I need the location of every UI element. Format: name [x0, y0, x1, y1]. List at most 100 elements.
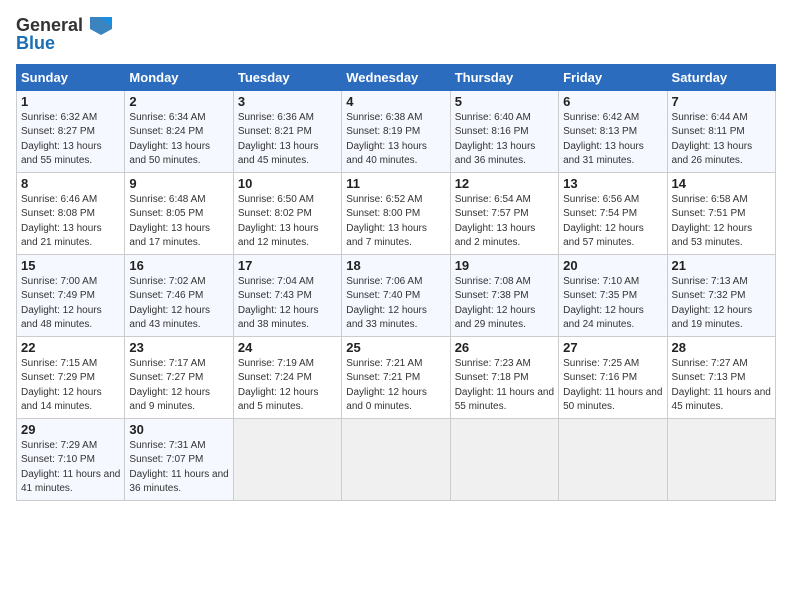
weekday-header-saturday: Saturday	[667, 64, 775, 90]
day-number: 21	[672, 258, 771, 273]
weekday-header-wednesday: Wednesday	[342, 64, 450, 90]
day-number: 16	[129, 258, 228, 273]
calendar-cell: 10 Sunrise: 6:50 AMSunset: 8:02 PMDaylig…	[233, 172, 341, 254]
day-info: Sunrise: 7:10 AMSunset: 7:35 PMDaylight:…	[563, 275, 662, 333]
day-info: Sunrise: 6:52 AMSunset: 8:00 PMDaylight:…	[346, 193, 445, 251]
day-number: 18	[346, 258, 445, 273]
day-info: Sunrise: 6:50 AMSunset: 8:02 PMDaylight:…	[238, 193, 337, 251]
calendar-cell: 23 Sunrise: 7:17 AMSunset: 7:27 PMDaylig…	[125, 336, 233, 418]
day-info: Sunrise: 6:32 AMSunset: 8:27 PMDaylight:…	[21, 111, 120, 169]
day-number: 2	[129, 94, 228, 109]
calendar-cell	[233, 418, 341, 500]
day-number: 29	[21, 422, 120, 437]
weekday-header-friday: Friday	[559, 64, 667, 90]
calendar-cell	[450, 418, 558, 500]
day-info: Sunrise: 7:13 AMSunset: 7:32 PMDaylight:…	[672, 275, 771, 333]
day-info: Sunrise: 6:42 AMSunset: 8:13 PMDaylight:…	[563, 111, 662, 169]
calendar-cell	[559, 418, 667, 500]
day-number: 28	[672, 340, 771, 355]
calendar-cell: 7 Sunrise: 6:44 AMSunset: 8:11 PMDayligh…	[667, 90, 775, 172]
day-number: 6	[563, 94, 662, 109]
day-number: 30	[129, 422, 228, 437]
day-number: 26	[455, 340, 554, 355]
day-info: Sunrise: 7:31 AMSunset: 7:07 PMDaylight:…	[129, 439, 228, 497]
day-info: Sunrise: 7:23 AMSunset: 7:18 PMDaylight:…	[455, 357, 554, 415]
calendar-cell: 6 Sunrise: 6:42 AMSunset: 8:13 PMDayligh…	[559, 90, 667, 172]
day-info: Sunrise: 7:21 AMSunset: 7:21 PMDaylight:…	[346, 357, 445, 415]
calendar-cell: 3 Sunrise: 6:36 AMSunset: 8:21 PMDayligh…	[233, 90, 341, 172]
day-info: Sunrise: 6:54 AMSunset: 7:57 PMDaylight:…	[455, 193, 554, 251]
calendar-cell: 15 Sunrise: 7:00 AMSunset: 7:49 PMDaylig…	[17, 254, 125, 336]
calendar-cell: 25 Sunrise: 7:21 AMSunset: 7:21 PMDaylig…	[342, 336, 450, 418]
calendar-cell: 4 Sunrise: 6:38 AMSunset: 8:19 PMDayligh…	[342, 90, 450, 172]
calendar-cell: 13 Sunrise: 6:56 AMSunset: 7:54 PMDaylig…	[559, 172, 667, 254]
calendar-cell: 2 Sunrise: 6:34 AMSunset: 8:24 PMDayligh…	[125, 90, 233, 172]
day-info: Sunrise: 6:40 AMSunset: 8:16 PMDaylight:…	[455, 111, 554, 169]
day-number: 22	[21, 340, 120, 355]
calendar-table: SundayMondayTuesdayWednesdayThursdayFrid…	[16, 64, 776, 501]
day-info: Sunrise: 6:46 AMSunset: 8:08 PMDaylight:…	[21, 193, 120, 251]
calendar-cell: 12 Sunrise: 6:54 AMSunset: 7:57 PMDaylig…	[450, 172, 558, 254]
weekday-header-tuesday: Tuesday	[233, 64, 341, 90]
calendar-cell: 22 Sunrise: 7:15 AMSunset: 7:29 PMDaylig…	[17, 336, 125, 418]
day-number: 15	[21, 258, 120, 273]
day-number: 19	[455, 258, 554, 273]
day-number: 20	[563, 258, 662, 273]
day-info: Sunrise: 6:38 AMSunset: 8:19 PMDaylight:…	[346, 111, 445, 169]
calendar-cell	[342, 418, 450, 500]
day-number: 27	[563, 340, 662, 355]
day-number: 23	[129, 340, 228, 355]
calendar-cell: 26 Sunrise: 7:23 AMSunset: 7:18 PMDaylig…	[450, 336, 558, 418]
weekday-header-monday: Monday	[125, 64, 233, 90]
day-number: 7	[672, 94, 771, 109]
day-info: Sunrise: 6:48 AMSunset: 8:05 PMDaylight:…	[129, 193, 228, 251]
day-number: 17	[238, 258, 337, 273]
calendar-cell: 5 Sunrise: 6:40 AMSunset: 8:16 PMDayligh…	[450, 90, 558, 172]
day-info: Sunrise: 6:34 AMSunset: 8:24 PMDaylight:…	[129, 111, 228, 169]
day-number: 13	[563, 176, 662, 191]
day-number: 25	[346, 340, 445, 355]
calendar-cell: 24 Sunrise: 7:19 AMSunset: 7:24 PMDaylig…	[233, 336, 341, 418]
day-number: 1	[21, 94, 120, 109]
calendar-cell	[667, 418, 775, 500]
day-info: Sunrise: 7:25 AMSunset: 7:16 PMDaylight:…	[563, 357, 662, 415]
day-number: 4	[346, 94, 445, 109]
calendar-cell: 9 Sunrise: 6:48 AMSunset: 8:05 PMDayligh…	[125, 172, 233, 254]
day-info: Sunrise: 6:36 AMSunset: 8:21 PMDaylight:…	[238, 111, 337, 169]
calendar-cell: 8 Sunrise: 6:46 AMSunset: 8:08 PMDayligh…	[17, 172, 125, 254]
calendar-cell: 20 Sunrise: 7:10 AMSunset: 7:35 PMDaylig…	[559, 254, 667, 336]
day-info: Sunrise: 7:08 AMSunset: 7:38 PMDaylight:…	[455, 275, 554, 333]
day-info: Sunrise: 7:19 AMSunset: 7:24 PMDaylight:…	[238, 357, 337, 415]
day-number: 5	[455, 94, 554, 109]
day-info: Sunrise: 7:17 AMSunset: 7:27 PMDaylight:…	[129, 357, 228, 415]
calendar-cell: 29 Sunrise: 7:29 AMSunset: 7:10 PMDaylig…	[17, 418, 125, 500]
day-number: 8	[21, 176, 120, 191]
day-info: Sunrise: 6:44 AMSunset: 8:11 PMDaylight:…	[672, 111, 771, 169]
page-header: General Blue	[16, 16, 776, 54]
calendar-cell: 30 Sunrise: 7:31 AMSunset: 7:07 PMDaylig…	[125, 418, 233, 500]
calendar-cell: 11 Sunrise: 6:52 AMSunset: 8:00 PMDaylig…	[342, 172, 450, 254]
calendar-cell: 27 Sunrise: 7:25 AMSunset: 7:16 PMDaylig…	[559, 336, 667, 418]
day-info: Sunrise: 7:02 AMSunset: 7:46 PMDaylight:…	[129, 275, 228, 333]
day-number: 10	[238, 176, 337, 191]
day-number: 14	[672, 176, 771, 191]
day-info: Sunrise: 7:27 AMSunset: 7:13 PMDaylight:…	[672, 357, 771, 415]
day-info: Sunrise: 6:58 AMSunset: 7:51 PMDaylight:…	[672, 193, 771, 251]
calendar-cell: 1 Sunrise: 6:32 AMSunset: 8:27 PMDayligh…	[17, 90, 125, 172]
calendar-cell: 19 Sunrise: 7:08 AMSunset: 7:38 PMDaylig…	[450, 254, 558, 336]
day-info: Sunrise: 7:00 AMSunset: 7:49 PMDaylight:…	[21, 275, 120, 333]
day-info: Sunrise: 7:04 AMSunset: 7:43 PMDaylight:…	[238, 275, 337, 333]
day-number: 9	[129, 176, 228, 191]
day-number: 3	[238, 94, 337, 109]
weekday-header-thursday: Thursday	[450, 64, 558, 90]
day-info: Sunrise: 6:56 AMSunset: 7:54 PMDaylight:…	[563, 193, 662, 251]
calendar-cell: 14 Sunrise: 6:58 AMSunset: 7:51 PMDaylig…	[667, 172, 775, 254]
day-number: 11	[346, 176, 445, 191]
calendar-cell: 17 Sunrise: 7:04 AMSunset: 7:43 PMDaylig…	[233, 254, 341, 336]
day-info: Sunrise: 7:29 AMSunset: 7:10 PMDaylight:…	[21, 439, 120, 497]
day-number: 24	[238, 340, 337, 355]
logo: General Blue	[16, 16, 112, 54]
calendar-cell: 28 Sunrise: 7:27 AMSunset: 7:13 PMDaylig…	[667, 336, 775, 418]
calendar-cell: 18 Sunrise: 7:06 AMSunset: 7:40 PMDaylig…	[342, 254, 450, 336]
day-number: 12	[455, 176, 554, 191]
